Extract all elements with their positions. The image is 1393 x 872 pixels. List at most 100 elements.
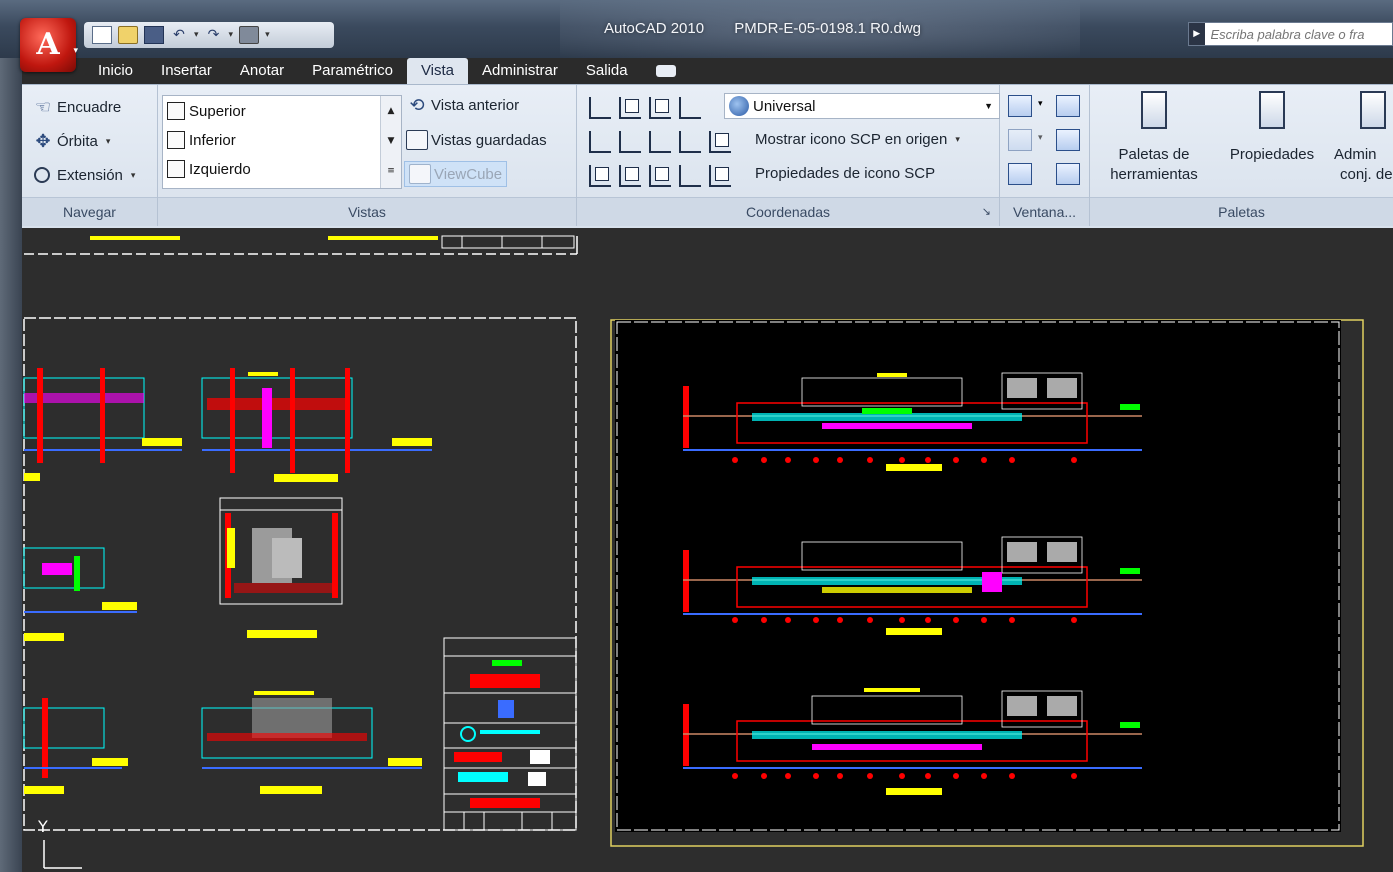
vistas-guardadas-label: Vistas guardadas xyxy=(431,131,547,149)
plot-icon[interactable] xyxy=(239,26,260,44)
tab-inicio[interactable]: Inicio xyxy=(84,58,147,84)
encuadre-button[interactable]: ☜ Encuadre xyxy=(32,97,121,117)
drawing-svg: Y xyxy=(23,235,1364,869)
ucs-3point-icon[interactable] xyxy=(619,165,641,187)
view-inferior[interactable]: Inferior xyxy=(167,131,236,149)
pan-hand-icon: ☜ xyxy=(34,97,52,117)
new-file-icon[interactable] xyxy=(92,26,112,44)
gallery-more-icon[interactable]: ≡ xyxy=(381,156,401,186)
panel-title-paletas: Paletas xyxy=(1090,197,1393,226)
panel-vistas: Superior Inferior Izquierdo ▲ ▼ ≡ ⟲ Vist… xyxy=(158,85,577,226)
switch-windows-icon[interactable] xyxy=(1008,95,1032,117)
ribbon-tabs: Inicio Insertar Anotar Paramétrico Vista… xyxy=(84,58,676,84)
tab-parametrico[interactable]: Paramétrico xyxy=(298,58,407,84)
tool-palettes-label-1: Paletas de xyxy=(1118,146,1190,163)
panel-ventana: ▾ ▾ Ventana... xyxy=(1000,85,1090,226)
redo-icon[interactable]: ↷ xyxy=(205,27,223,43)
panel-title-ventana: Ventana... xyxy=(1000,197,1089,226)
tab-vista[interactable]: Vista xyxy=(406,58,469,84)
views-gallery-scroll[interactable]: ▲ ▼ ≡ xyxy=(380,96,401,188)
sheet-set-label-2: conj. de xyxy=(1340,166,1393,183)
ucs-face-icon[interactable] xyxy=(589,165,611,187)
ucs-z-icon[interactable] xyxy=(649,131,671,153)
orbita-button[interactable]: ✥ Órbita ▾ xyxy=(32,131,110,151)
redo-dropdown-icon[interactable]: ▾ xyxy=(229,30,234,40)
ribbon-minimize-icon[interactable] xyxy=(655,65,676,77)
ucs-apply-icon[interactable] xyxy=(649,165,671,187)
ucs-combo-value: Universal xyxy=(753,97,816,115)
viewcube-label: ViewCube xyxy=(434,165,503,183)
ucs-world-icon[interactable] xyxy=(679,97,701,119)
cascade-icon[interactable] xyxy=(1008,163,1032,185)
ucs-icon[interactable] xyxy=(589,97,611,119)
ucs-row-3 xyxy=(589,165,731,187)
tool-palettes-icon xyxy=(1141,91,1167,129)
tab-anotar[interactable]: Anotar xyxy=(226,58,298,84)
switch-windows-dropdown-icon[interactable]: ▾ xyxy=(1038,99,1043,109)
open-folder-icon[interactable] xyxy=(118,26,138,44)
file-name: PMDR-E-05-0198.1 R0.dwg xyxy=(734,20,921,37)
search-input[interactable] xyxy=(1204,25,1392,43)
tab-salida[interactable]: Salida xyxy=(572,58,642,84)
undo-dropdown-icon[interactable]: ▾ xyxy=(194,30,199,40)
tab-administrar[interactable]: Administrar xyxy=(468,58,572,84)
title-bar: ↶ ▾ ↷ ▾ ▾ AutoCAD 2010 PMDR-E-05-0198.1 … xyxy=(0,0,1393,58)
scroll-down-icon[interactable]: ▼ xyxy=(381,126,401,156)
ucs-y-icon[interactable] xyxy=(619,131,641,153)
ucs-object-icon[interactable] xyxy=(649,97,671,119)
quick-access-toolbar: ↶ ▾ ↷ ▾ ▾ xyxy=(84,22,334,48)
chevron-down-icon[interactable]: ▼ xyxy=(984,101,993,111)
left-drawing-1 xyxy=(23,368,182,481)
tile-icon[interactable] xyxy=(1056,163,1080,185)
ucs-origin-icon[interactable] xyxy=(709,131,731,153)
layout-tabs-icon[interactable] xyxy=(1056,129,1080,151)
ucs-x-icon[interactable] xyxy=(589,131,611,153)
file-tabs-dropdown-icon[interactable]: ▾ xyxy=(1038,133,1043,143)
view-superior[interactable]: Superior xyxy=(167,102,246,120)
undo-icon[interactable]: ↶ xyxy=(170,27,188,43)
mostrar-icono-label: Mostrar icono SCP en origen xyxy=(755,131,948,148)
application-menu-button[interactable]: A ▾ xyxy=(20,18,78,72)
tab-insertar[interactable]: Insertar xyxy=(147,58,226,84)
mostrar-icono-dropdown-icon[interactable]: ▾ xyxy=(955,134,960,145)
mostrar-icono-button[interactable]: Mostrar icono SCP en origen ▾ xyxy=(755,131,960,148)
file-tabs-icon[interactable] xyxy=(1008,129,1032,151)
drawing-area[interactable]: Y xyxy=(22,228,1393,872)
tool-palettes-button[interactable]: Paletas de herramientas xyxy=(1102,91,1206,185)
ucs-combo[interactable]: Universal ▼ xyxy=(724,93,1000,119)
orbita-dropdown-icon[interactable]: ▾ xyxy=(106,136,111,147)
ucs-view-icon[interactable] xyxy=(619,97,641,119)
cube-left-icon xyxy=(167,160,185,178)
properties-icon xyxy=(1259,91,1285,129)
ucs-properties-icon[interactable] xyxy=(709,165,731,187)
scroll-up-icon[interactable]: ▲ xyxy=(381,96,401,126)
extension-button[interactable]: Extensión ▾ xyxy=(32,165,135,185)
view-izquierdo[interactable]: Izquierdo xyxy=(167,160,251,178)
viewcube-button[interactable]: ViewCube xyxy=(404,161,508,187)
cube-top-icon xyxy=(167,102,185,120)
save-icon[interactable] xyxy=(144,26,164,44)
vista-anterior-button[interactable]: ⟲ Vista anterior xyxy=(406,95,519,115)
globe-icon xyxy=(729,96,749,116)
extension-dropdown-icon[interactable]: ▾ xyxy=(131,170,136,181)
app-menu-dropdown-icon: ▾ xyxy=(73,46,78,56)
left-drawing-6 xyxy=(201,691,422,794)
ucs-row-1 xyxy=(589,97,701,119)
panel-launcher-icon[interactable]: ↘ xyxy=(982,198,991,226)
qat-customize-icon[interactable]: ▾ xyxy=(265,30,270,40)
ucs-zaxis-icon[interactable] xyxy=(679,131,701,153)
cube-bottom-icon xyxy=(167,131,185,149)
panel-coordenadas: Universal ▼ Mostrar icono SCP en origen … xyxy=(577,85,1000,226)
panel-paletas: Paletas de herramientas Propiedades Admi… xyxy=(1090,85,1393,226)
orbit-icon: ✥ xyxy=(35,131,51,151)
properties-button[interactable]: Propiedades xyxy=(1220,91,1324,165)
propiedades-icono-button[interactable]: Propiedades de icono SCP xyxy=(755,165,935,182)
vistas-guardadas-button[interactable]: Vistas guardadas xyxy=(406,130,547,150)
views-gallery[interactable]: Superior Inferior Izquierdo ▲ ▼ ≡ xyxy=(162,95,402,189)
new-window-icon[interactable] xyxy=(1056,95,1080,117)
search-expand-icon[interactable]: ▶ xyxy=(1189,23,1205,45)
ucs-named-icon[interactable] xyxy=(679,165,701,187)
sheet-set-manager-button[interactable]: Admin conj. de xyxy=(1334,91,1393,185)
app-name: AutoCAD 2010 xyxy=(604,20,705,37)
encuadre-label: Encuadre xyxy=(57,98,122,116)
